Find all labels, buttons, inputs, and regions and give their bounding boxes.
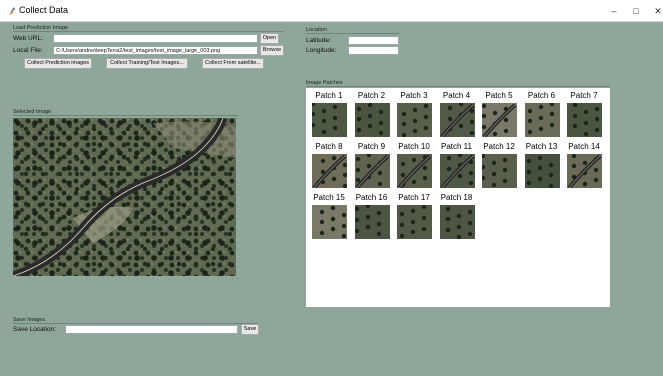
patch-image[interactable] <box>397 103 432 137</box>
patch-image[interactable] <box>524 103 560 137</box>
window-title: Collect Data <box>19 5 69 15</box>
longitude-label: Longitude: <box>306 47 337 54</box>
collect-prediction-images-button[interactable]: Collect Prediction images <box>24 58 92 69</box>
latitude-input[interactable] <box>348 36 399 45</box>
save-button[interactable]: Save <box>241 324 259 335</box>
patch-image[interactable] <box>482 103 517 137</box>
local-file-label: Local File: <box>13 47 43 54</box>
app-feather-icon <box>9 7 15 15</box>
patch-label: Patch 7 <box>570 91 598 100</box>
open-button[interactable]: Open <box>260 33 279 44</box>
patch-label: Patch 9 <box>357 142 386 151</box>
patch-image[interactable] <box>312 205 347 239</box>
patch-label: Patch 4 <box>442 91 471 100</box>
client-area: Load Prediction Image Web URL: Open Loca… <box>0 22 663 376</box>
save-location-input[interactable] <box>65 325 238 334</box>
image-patches-divider <box>306 86 610 87</box>
save-section-divider <box>13 323 258 324</box>
selected-image <box>13 118 236 276</box>
local-file-input[interactable]: C:/Users/andre/deepTerra2/test_images/te… <box>53 46 258 55</box>
patch-label: Patch 8 <box>315 142 343 151</box>
collect-training-test-images-button[interactable]: Collect Training/Test Images... <box>106 58 188 69</box>
patch-image[interactable] <box>354 154 390 188</box>
web-url-input[interactable] <box>53 34 258 43</box>
patch-label: Patch 11 <box>441 142 472 151</box>
load-section-divider <box>13 31 283 32</box>
patch-image[interactable] <box>439 154 475 188</box>
patch-image[interactable] <box>439 205 475 239</box>
close-button[interactable]: ✕ <box>647 3 663 19</box>
minimize-button[interactable]: – <box>603 3 625 19</box>
latitude-label: Latitude: <box>306 37 331 44</box>
patch-label: Patch 14 <box>568 142 600 151</box>
patch-label: Patch 3 <box>400 91 428 100</box>
patch-label: Patch 6 <box>527 91 556 100</box>
patch-image[interactable] <box>567 103 602 137</box>
longitude-input[interactable] <box>348 46 399 55</box>
patch-image[interactable] <box>482 154 517 188</box>
patch-image[interactable] <box>354 205 390 239</box>
patch-label: Patch 1 <box>315 91 343 100</box>
patch-label: Patch 15 <box>313 193 345 202</box>
patch-label: Patch 12 <box>483 142 515 151</box>
patch-image[interactable] <box>439 103 475 137</box>
collect-from-satellite-button[interactable]: Collect From satellite... <box>202 58 264 69</box>
maximize-button[interactable]: □ <box>625 3 647 19</box>
image-patches-panel: Patch 1 Patch 2 Patch 3 Patch 4 Patch 5 Patch… <box>306 88 610 307</box>
save-location-label: Save Location: <box>13 326 57 333</box>
patch-image[interactable] <box>397 154 432 188</box>
selected-image-divider <box>13 115 238 116</box>
patch-image[interactable] <box>354 103 390 137</box>
patch-label: Patch 10 <box>398 142 430 151</box>
patch-label: Patch 16 <box>355 193 388 202</box>
patch-label: Patch 17 <box>398 193 430 202</box>
web-url-label: Web URL: <box>13 35 43 42</box>
patch-image[interactable] <box>312 154 347 188</box>
patch-image[interactable] <box>312 103 347 137</box>
patch-label: Patch 2 <box>357 91 386 100</box>
location-section-divider <box>306 33 401 34</box>
patch-label: Patch 18 <box>440 193 473 202</box>
patch-image[interactable] <box>397 205 432 239</box>
patch-label: Patch 13 <box>525 142 558 151</box>
title-bar: Collect Data – □ ✕ <box>0 0 663 22</box>
patch-image[interactable] <box>567 154 602 188</box>
patch-label: Patch 5 <box>485 91 513 100</box>
browse-button[interactable]: Browse <box>260 45 284 56</box>
patch-image[interactable] <box>524 154 560 188</box>
